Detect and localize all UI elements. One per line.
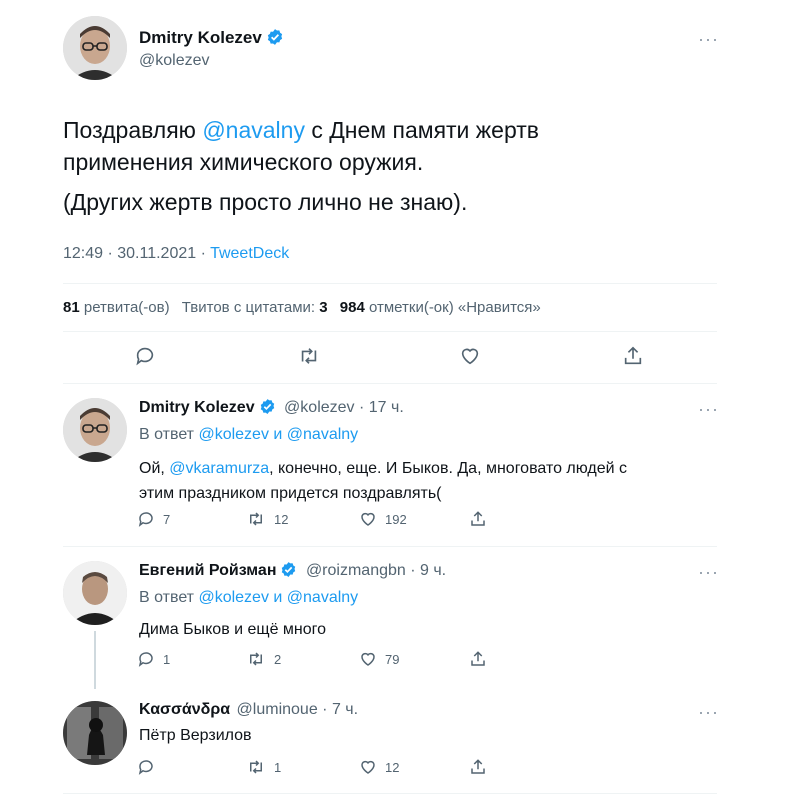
reply-1-meta[interactable]: @kolezev · 17 ч. xyxy=(284,399,404,416)
main-author-name-row[interactable]: Dmitry Kolezev xyxy=(139,28,284,51)
divider xyxy=(63,546,717,547)
share-icon xyxy=(622,345,644,367)
verified-badge-icon xyxy=(280,561,297,583)
retweet-button[interactable]: 12 xyxy=(246,510,288,528)
reply-button[interactable]: 7 xyxy=(137,510,170,528)
main-author-handle[interactable]: @kolezev xyxy=(139,52,210,70)
reply-3-meta[interactable]: @luminoue · 7 ч. xyxy=(237,701,359,718)
retweet-icon xyxy=(246,510,266,528)
reply-to-mention[interactable]: @kolezev xyxy=(198,589,269,606)
main-author-name[interactable]: Dmitry Kolezev xyxy=(139,28,262,47)
like-button[interactable]: 192 xyxy=(359,510,407,528)
mention-link[interactable]: @navalny xyxy=(202,117,305,143)
like-button[interactable] xyxy=(459,345,481,367)
heart-icon xyxy=(359,758,377,776)
main-tweet-line-3: (Других жертв просто лично не знаю). xyxy=(63,189,468,215)
share-button[interactable] xyxy=(622,345,644,367)
reply-icon xyxy=(137,650,155,668)
like-button[interactable]: 12 xyxy=(359,758,399,776)
likes-stat[interactable]: 984 отметки(-ок) «Нравится» xyxy=(340,299,541,316)
quotes-stat[interactable]: Твитов с цитатами: 3 xyxy=(182,299,328,316)
retweet-icon xyxy=(246,650,266,668)
mention-link[interactable]: @vkaramurza xyxy=(169,460,269,477)
reply-to-mention[interactable]: @navalny xyxy=(287,589,358,606)
verified-badge-icon xyxy=(259,398,276,420)
reply-to-mention[interactable]: @navalny xyxy=(287,426,358,443)
main-tweet-text: Поздравляю @navalny с Днем памяти жертв … xyxy=(63,114,763,218)
retweet-icon xyxy=(246,758,266,776)
more-dots-icon[interactable]: ··· xyxy=(698,703,719,721)
timestamp-text[interactable]: 12:49 · 30.11.2021 · xyxy=(63,245,210,262)
reply-button[interactable] xyxy=(134,345,156,367)
reply-3-header: Κασσάνδρα @luminoue · 7 ч. xyxy=(139,701,358,719)
reply-count: 1 xyxy=(163,651,171,667)
reply-3-text: Пётр Верзилов xyxy=(139,727,252,744)
share-button[interactable] xyxy=(469,650,487,668)
retweet-button[interactable] xyxy=(297,345,321,367)
retweet-count: 2 xyxy=(274,651,282,667)
reply-2-header: Евгений Ройзман @roizmangbn · 9 ч. xyxy=(139,561,446,583)
like-button[interactable]: 79 xyxy=(359,650,399,668)
reply-to-mention[interactable]: @kolezev xyxy=(198,426,269,443)
reply-2-reply-to: В ответ @kolezev и @navalny xyxy=(139,589,359,606)
reply-1-reply-to: В ответ @kolezev и @navalny xyxy=(139,426,359,443)
share-button[interactable] xyxy=(469,758,487,776)
reply-icon xyxy=(137,510,155,528)
more-dots-icon[interactable]: ··· xyxy=(698,563,719,581)
heart-icon xyxy=(459,345,481,367)
heart-icon xyxy=(359,510,377,528)
share-icon xyxy=(469,510,487,528)
share-icon xyxy=(469,758,487,776)
main-author-avatar[interactable] xyxy=(63,16,127,80)
thread-connector xyxy=(94,631,96,689)
share-button[interactable] xyxy=(469,510,487,528)
more-dots-icon[interactable]: ··· xyxy=(698,30,719,48)
like-count: 192 xyxy=(385,511,407,527)
reply-1-header: Dmitry Kolezev @kolezev · 17 ч. xyxy=(139,398,404,420)
reply-3-author-name[interactable]: Κασσάνδρα xyxy=(139,701,230,718)
reply-2-author-name[interactable]: Евгений Ройзман xyxy=(139,562,276,579)
reply-1-author-name[interactable]: Dmitry Kolezev xyxy=(139,399,255,416)
reply-button[interactable]: 1 xyxy=(137,650,170,668)
main-tweet-stats: 81 ретвита(-ов) Твитов с цитатами: 3 984… xyxy=(63,299,541,316)
reply-1-text: Ой, @vkaramurza, конечно, еще. И Быков. … xyxy=(139,460,628,502)
reply-3-avatar[interactable] xyxy=(63,701,127,765)
heart-icon xyxy=(359,650,377,668)
retweet-count: 12 xyxy=(274,511,289,527)
divider xyxy=(63,383,717,384)
like-count: 12 xyxy=(385,759,400,775)
retweet-count: 1 xyxy=(274,759,282,775)
reply-icon xyxy=(137,758,155,776)
retweets-stat[interactable]: 81 ретвита(-ов) xyxy=(63,299,170,316)
share-icon xyxy=(469,650,487,668)
main-tweet-line-1: Поздравляю @navalny с Днем памяти жертв xyxy=(63,117,540,143)
divider xyxy=(63,331,717,332)
more-dots-icon[interactable]: ··· xyxy=(698,400,719,418)
retweet-button[interactable]: 1 xyxy=(246,758,281,776)
source-link[interactable]: TweetDeck xyxy=(210,245,289,262)
reply-count: 7 xyxy=(163,511,171,527)
reply-2-text: Дима Быков и ещё много xyxy=(139,621,327,638)
divider xyxy=(63,793,717,794)
reply-button[interactable] xyxy=(137,758,155,776)
main-tweet-line-2: применения химического оружия. xyxy=(63,149,424,175)
reply-1-avatar[interactable] xyxy=(63,398,127,462)
like-count: 79 xyxy=(385,651,400,667)
reply-2-avatar[interactable] xyxy=(63,561,127,625)
reply-2-meta[interactable]: @roizmangbn · 9 ч. xyxy=(306,562,446,579)
retweet-button[interactable]: 2 xyxy=(246,650,281,668)
divider xyxy=(63,283,717,284)
reply-icon xyxy=(134,345,156,367)
retweet-icon xyxy=(297,345,321,367)
verified-badge-icon xyxy=(266,28,284,51)
main-tweet-timestamp: 12:49 · 30.11.2021 · TweetDeck xyxy=(63,245,289,263)
